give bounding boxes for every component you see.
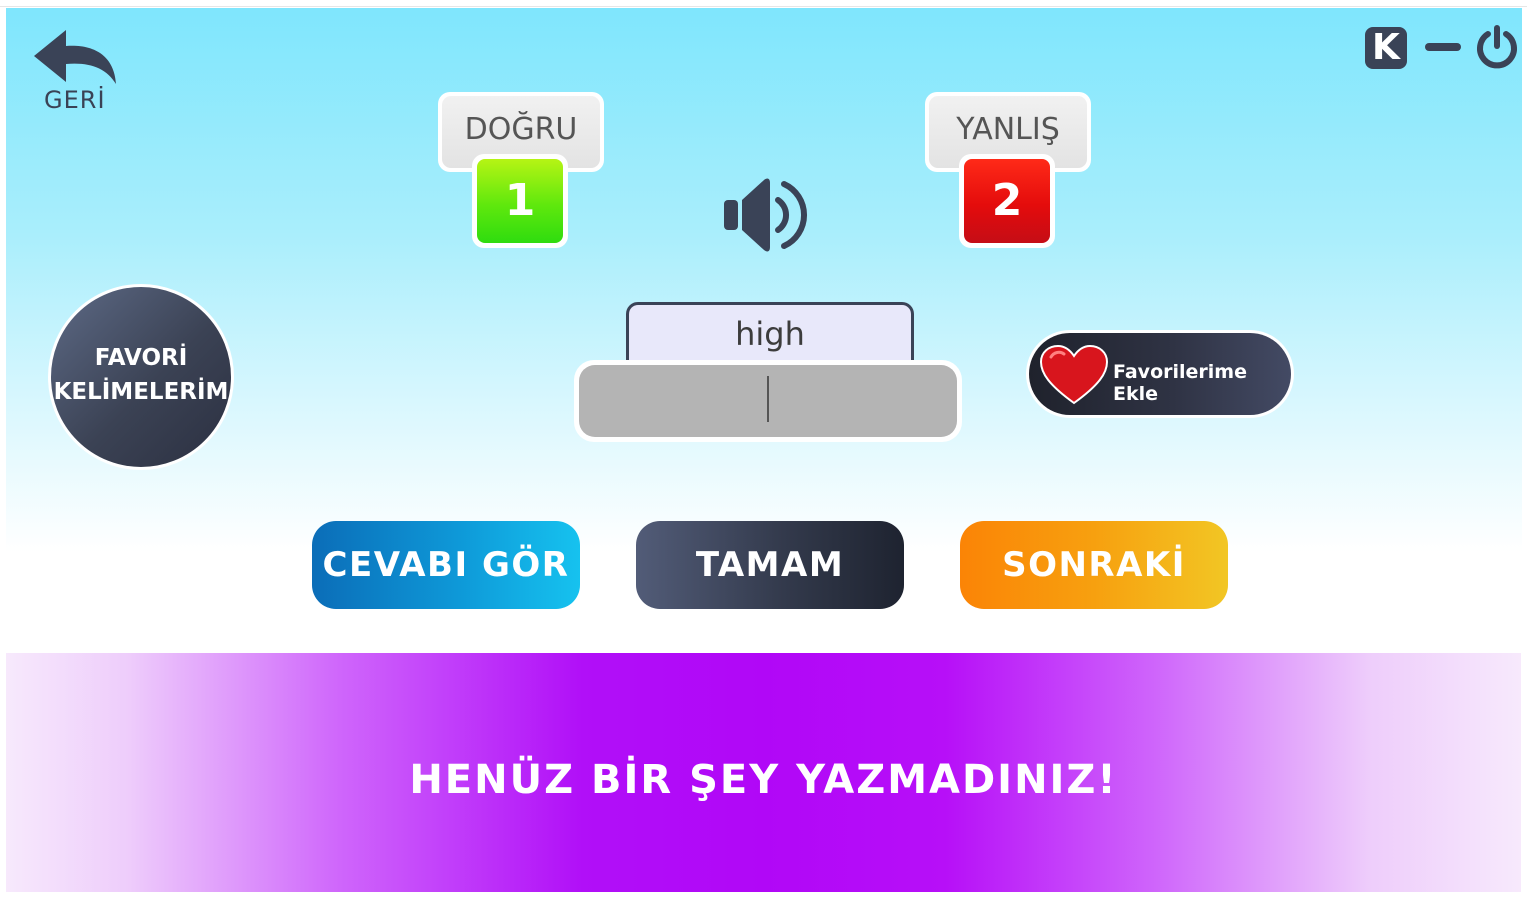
back-button[interactable]: GERİ (30, 28, 122, 120)
wrong-count-box: 2 (959, 154, 1055, 248)
wrong-count: 2 (964, 159, 1050, 243)
favorite-words-line1: FAVORİ (94, 345, 188, 371)
ok-button[interactable]: TAMAM (636, 521, 904, 609)
power-icon[interactable] (1474, 24, 1520, 70)
next-button[interactable]: SONRAKİ (960, 521, 1228, 609)
minimize-icon[interactable] (1425, 43, 1461, 51)
correct-count: 1 (477, 159, 563, 243)
favorite-words-button[interactable]: FAVORİ KELİMELERİM (48, 284, 234, 470)
heart-icon (1039, 345, 1109, 405)
back-arrow-icon (34, 30, 116, 84)
message-banner: HENÜZ BİR ŞEY YAZMADINIZ! (6, 653, 1521, 892)
quiz-stage: GERİ K DOĞRU 1 YANLIŞ 2 FAVORİ KELİMELER… (6, 8, 1522, 648)
message-text: HENÜZ BİR ŞEY YAZMADINIZ! (409, 757, 1118, 803)
k-button[interactable]: K (1365, 27, 1407, 69)
add-favorite-button[interactable]: Favorilerime Ekle (1026, 330, 1294, 418)
question-word: high (626, 302, 914, 368)
back-label: GERİ (44, 86, 106, 114)
add-favorite-label: Favorilerime Ekle (1113, 361, 1247, 405)
speaker-icon[interactable] (724, 176, 816, 254)
add-favorite-pill: Favorilerime Ekle (1029, 333, 1291, 415)
correct-count-box: 1 (472, 154, 568, 248)
favorite-words-line2: KELİMELERİM (53, 379, 229, 405)
text-caret (767, 376, 769, 422)
show-answer-button[interactable]: CEVABI GÖR (312, 521, 580, 609)
top-border (0, 0, 1527, 7)
